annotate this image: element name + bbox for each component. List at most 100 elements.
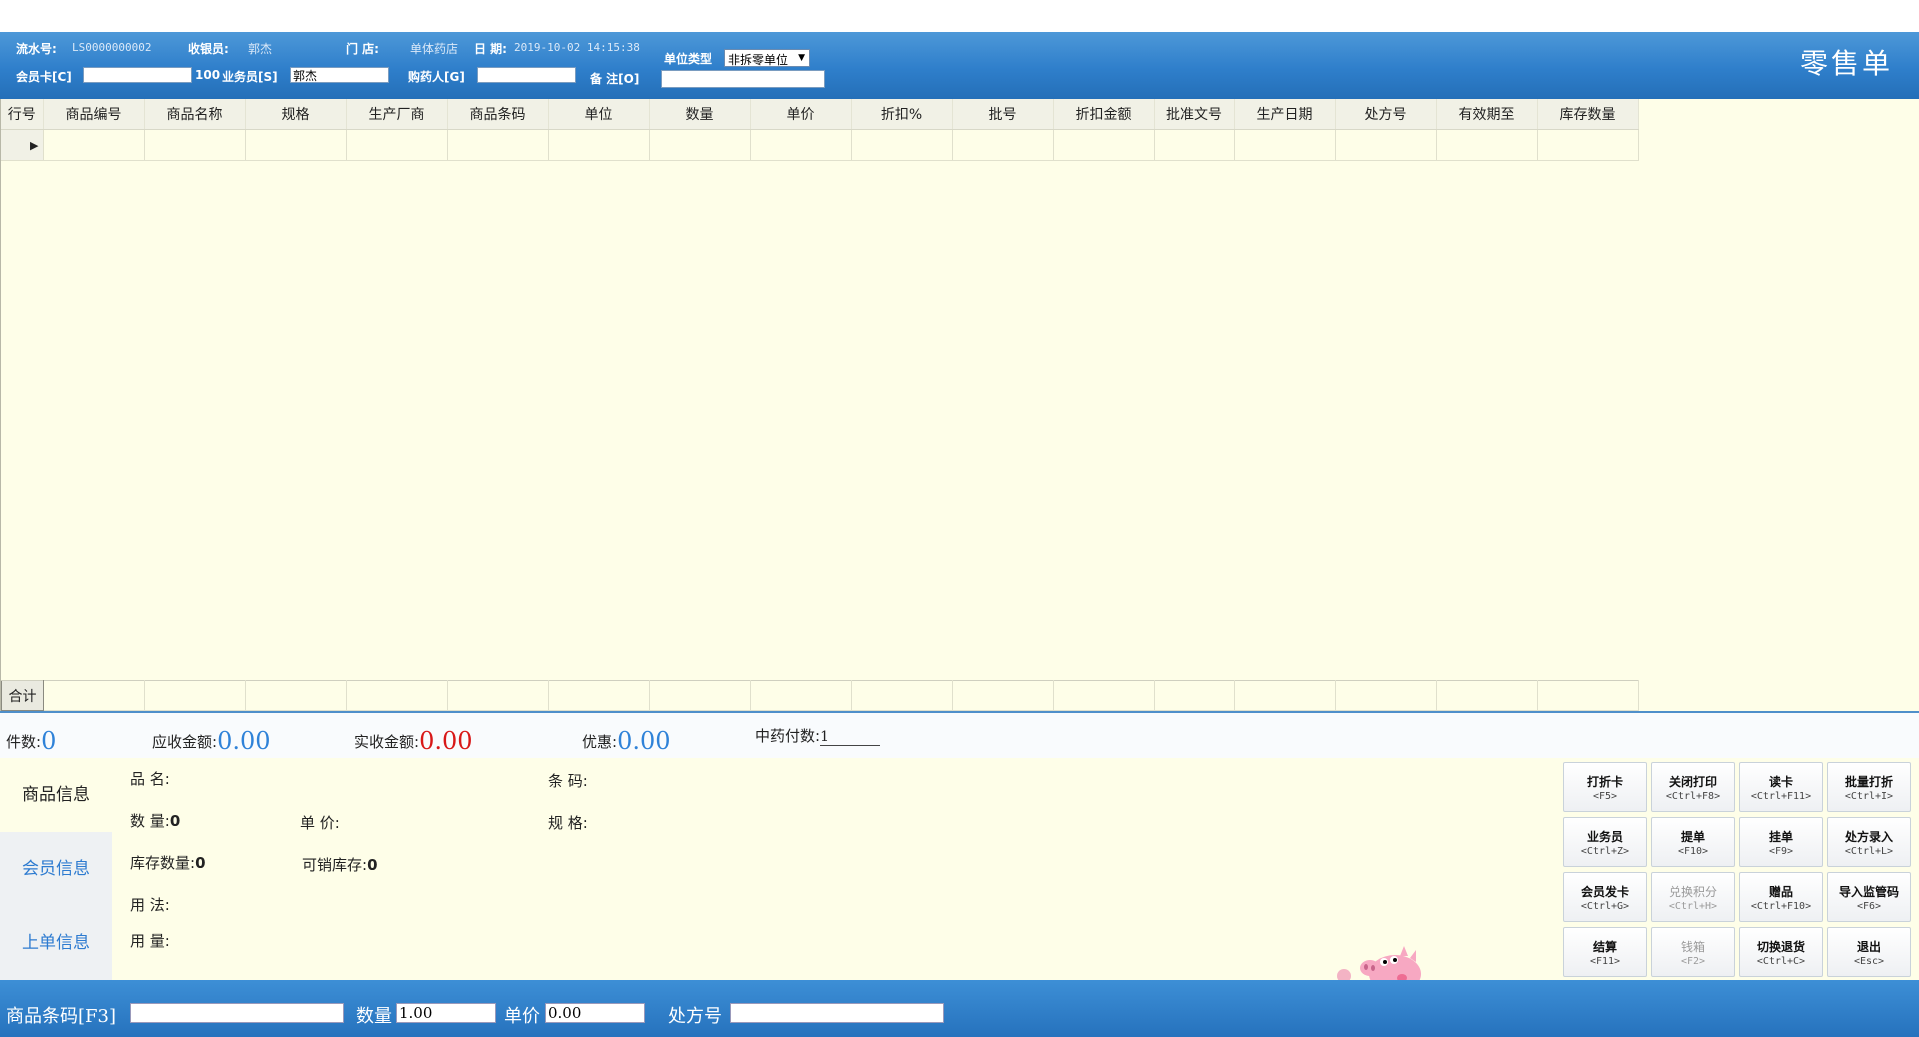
qty-field: 数 量:0 bbox=[130, 810, 180, 831]
table-cell[interactable] bbox=[649, 129, 751, 161]
unit-type-label: 单位类型 bbox=[664, 52, 713, 66]
discount-value: 0.00 bbox=[617, 727, 671, 755]
close-print-button[interactable]: 关闭打印 <Ctrl+F8> bbox=[1651, 762, 1735, 812]
button-shortcut: <F11> bbox=[1589, 956, 1621, 967]
button-label: 退出 bbox=[1856, 940, 1881, 954]
total-cell bbox=[548, 680, 650, 711]
table-cell[interactable] bbox=[447, 129, 549, 161]
table-cell[interactable] bbox=[144, 129, 246, 161]
qty-entry-input[interactable] bbox=[396, 1003, 496, 1023]
col-header[interactable]: 商品名称 bbox=[144, 99, 246, 130]
receivable-value: 0.00 bbox=[217, 727, 271, 755]
import-supervision-code-button[interactable]: 导入监管码 <F6> bbox=[1827, 872, 1911, 922]
col-header[interactable]: 商品条码 bbox=[447, 99, 549, 130]
batch-discount-button[interactable]: 批量打折 <Ctrl+I> bbox=[1827, 762, 1911, 812]
received-label: 实收金额: bbox=[354, 733, 420, 751]
table-cell[interactable] bbox=[346, 129, 448, 161]
table-cell[interactable] bbox=[1234, 129, 1336, 161]
col-header[interactable]: 批准文号 bbox=[1154, 99, 1235, 130]
gift-button[interactable]: 赠品 <Ctrl+F10> bbox=[1739, 872, 1823, 922]
row-selector-icon[interactable]: ▶ bbox=[1, 129, 44, 161]
tab-previous-order[interactable]: 上单信息 bbox=[0, 906, 112, 980]
buyer-input[interactable] bbox=[477, 67, 576, 83]
read-card-button[interactable]: 读卡 <Ctrl+F11> bbox=[1739, 762, 1823, 812]
hold-order-button[interactable]: 挂单 <F9> bbox=[1739, 817, 1823, 867]
rx-entry-button[interactable]: 处方录入 <Ctrl+L> bbox=[1827, 817, 1911, 867]
col-header[interactable]: 数量 bbox=[649, 99, 751, 130]
table-cell[interactable] bbox=[1154, 129, 1235, 161]
chevron-down-icon: ▼ bbox=[798, 53, 805, 63]
button-label: 处方录入 bbox=[1844, 830, 1893, 844]
toggle-return-button[interactable]: 切换退货 <Ctrl+C> bbox=[1739, 927, 1823, 977]
button-shortcut: <Ctrl+F10> bbox=[1750, 901, 1812, 912]
col-header[interactable]: 行号 bbox=[1, 99, 44, 130]
remark-input[interactable] bbox=[661, 70, 825, 88]
table-cell[interactable] bbox=[750, 129, 852, 161]
item-grid[interactable]: 行号 商品编号 商品名称 规格 生产厂商 商品条码 单位 数量 单价 折扣% 批… bbox=[0, 99, 1919, 711]
redeem-points-button: 兑换积分 <Ctrl+H> bbox=[1651, 872, 1735, 922]
col-header[interactable]: 处方号 bbox=[1335, 99, 1437, 130]
col-header[interactable]: 有效期至 bbox=[1436, 99, 1538, 130]
col-header[interactable]: 折扣% bbox=[851, 99, 953, 130]
button-shortcut: <Ctrl+F11> bbox=[1750, 791, 1812, 802]
button-label: 挂单 bbox=[1768, 830, 1793, 844]
retrieve-order-button[interactable]: 提单 <F10> bbox=[1651, 817, 1735, 867]
table-cell[interactable] bbox=[548, 129, 650, 161]
table-cell[interactable] bbox=[43, 129, 145, 161]
checkout-button[interactable]: 结算 <F11> bbox=[1563, 927, 1647, 977]
button-shortcut: <F9> bbox=[1768, 846, 1794, 857]
salesman-input[interactable] bbox=[290, 67, 389, 83]
col-header[interactable]: 单价 bbox=[750, 99, 852, 130]
table-cell[interactable] bbox=[952, 129, 1054, 161]
total-cell bbox=[1335, 680, 1437, 711]
spec-label: 规 格: bbox=[548, 814, 588, 832]
col-header[interactable]: 库存数量 bbox=[1537, 99, 1639, 130]
total-cell bbox=[750, 680, 852, 711]
exit-button[interactable]: 退出 <Esc> bbox=[1827, 927, 1911, 977]
rx-entry-input[interactable] bbox=[730, 1003, 944, 1023]
issue-member-card-button[interactable]: 会员发卡 <Ctrl+G> bbox=[1563, 872, 1647, 922]
discount-card-button[interactable]: 打折卡 <F5> bbox=[1563, 762, 1647, 812]
col-header[interactable]: 单位 bbox=[548, 99, 650, 130]
salesman-button[interactable]: 业务员 <Ctrl+Z> bbox=[1563, 817, 1647, 867]
table-cell[interactable] bbox=[1335, 129, 1437, 161]
table-row[interactable]: ▶ bbox=[1, 129, 1639, 161]
herb-count-input[interactable]: 1 bbox=[820, 729, 881, 746]
stock-label: 库存数量: bbox=[130, 854, 196, 872]
cash-drawer-button: 钱箱 <F2> bbox=[1651, 927, 1735, 977]
serial-label: 流水号: bbox=[16, 42, 57, 56]
serial-value: LS0000000002 bbox=[72, 41, 152, 54]
col-header[interactable]: 折扣金额 bbox=[1053, 99, 1155, 130]
unit-type-select[interactable]: 非拆零单位 ▼ bbox=[724, 49, 810, 67]
button-shortcut: <Ctrl+C> bbox=[1756, 956, 1806, 967]
unit-type-value: 非拆零单位 bbox=[728, 53, 789, 67]
price-entry-input[interactable] bbox=[545, 1003, 645, 1023]
button-label: 关闭打印 bbox=[1668, 775, 1717, 789]
col-header[interactable]: 规格 bbox=[245, 99, 347, 130]
table-cell[interactable] bbox=[1436, 129, 1538, 161]
page-title: 零售单 bbox=[1799, 47, 1893, 80]
barcode-entry-input[interactable] bbox=[130, 1003, 344, 1023]
member-card-input[interactable] bbox=[83, 67, 192, 83]
col-header[interactable]: 商品编号 bbox=[43, 99, 145, 130]
table-cell[interactable] bbox=[851, 129, 953, 161]
button-label: 批量打折 bbox=[1844, 775, 1893, 789]
table-cell[interactable] bbox=[1537, 129, 1639, 161]
button-label: 兑换积分 bbox=[1668, 885, 1717, 899]
dosage-label: 用 量: bbox=[130, 932, 170, 950]
button-shortcut: <F5> bbox=[1592, 791, 1618, 802]
total-cell bbox=[1053, 680, 1155, 711]
date-value: 2019-10-02 14:15:38 bbox=[514, 41, 640, 54]
rx-entry-label: 处方号 bbox=[668, 1006, 722, 1027]
table-cell[interactable] bbox=[245, 129, 347, 161]
cashier-value: 郭杰 bbox=[248, 42, 273, 56]
tab-member-info[interactable]: 会员信息 bbox=[0, 832, 112, 906]
grid-table[interactable]: 行号 商品编号 商品名称 规格 生产厂商 商品条码 单位 数量 单价 折扣% 批… bbox=[1, 99, 1639, 161]
tab-product-info[interactable]: 商品信息 bbox=[0, 758, 112, 832]
sellable-value: 0 bbox=[367, 856, 378, 874]
col-header[interactable]: 生产厂商 bbox=[346, 99, 448, 130]
sellable-label: 可销库存: bbox=[302, 856, 368, 874]
col-header[interactable]: 生产日期 bbox=[1234, 99, 1336, 130]
col-header[interactable]: 批号 bbox=[952, 99, 1054, 130]
table-cell[interactable] bbox=[1053, 129, 1155, 161]
